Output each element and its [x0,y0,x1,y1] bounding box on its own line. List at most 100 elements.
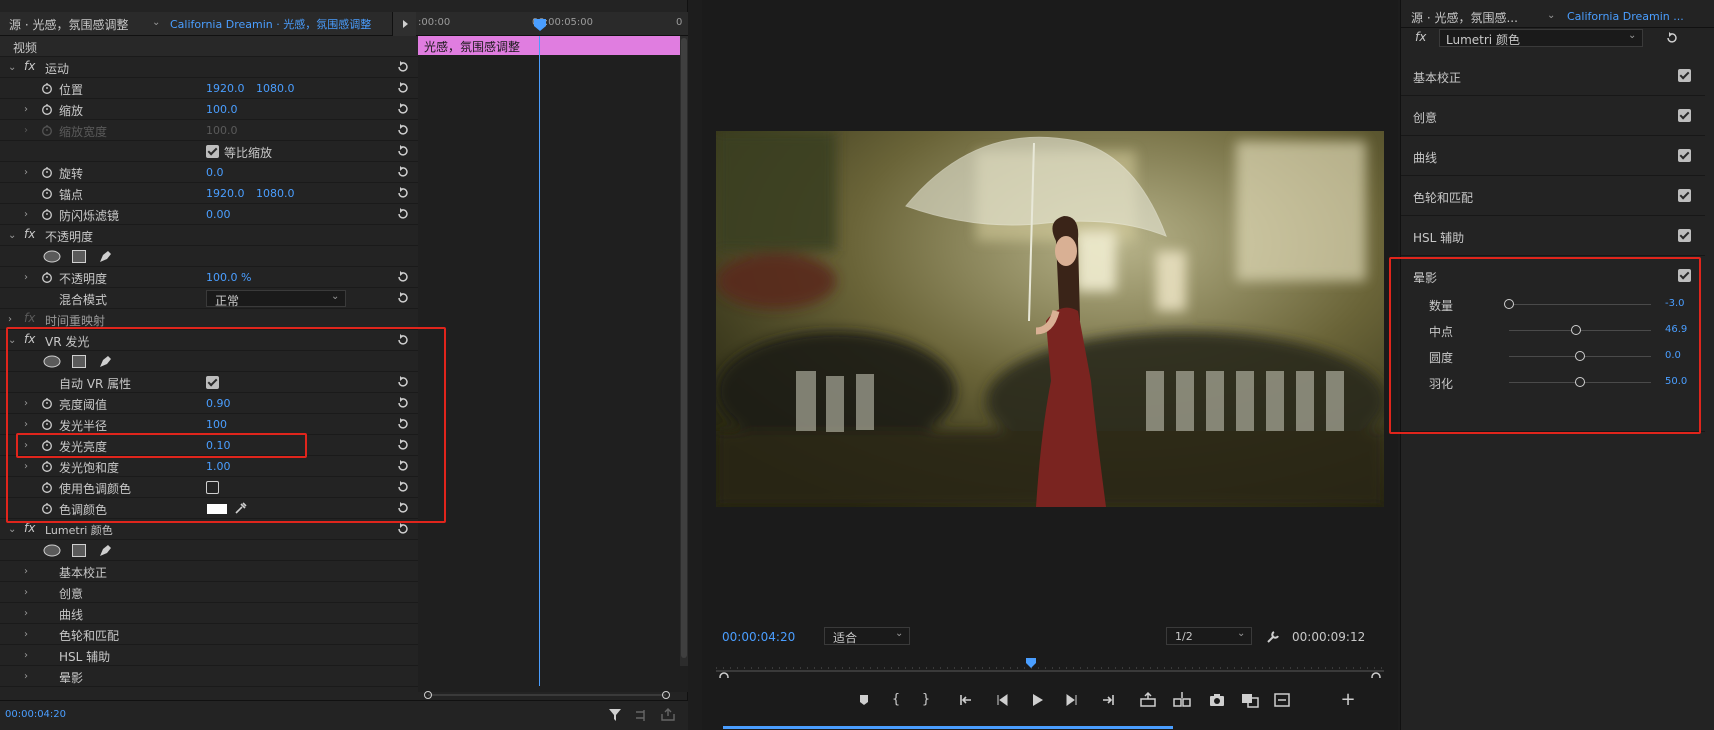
section-enable-checkbox[interactable] [1678,149,1691,162]
position-y-value[interactable]: 1080.0 [256,82,295,95]
play-audio-button[interactable] [392,12,416,36]
scale-row[interactable]: › 缩放 100.0 [0,99,418,120]
mark-in-button[interactable]: { [886,690,906,710]
reset-icon[interactable] [396,82,409,95]
reset-icon[interactable] [396,271,409,284]
stopwatch-icon[interactable] [41,187,53,199]
go-to-in-button[interactable] [957,690,977,710]
lumetri-clip-label[interactable]: California Dreamin ... [1567,10,1684,23]
blend-mode-row[interactable]: 混合模式 正常 ⌄ [0,288,418,309]
anchor-x-value[interactable]: 1920.0 [206,187,245,200]
fx-icon[interactable]: fx [24,227,35,241]
uniform-scale-checkbox[interactable] [206,145,219,158]
effect-timeline[interactable]: 光感，氛围感调整 [418,36,688,699]
rectangle-mask-icon[interactable] [72,544,86,557]
anchor-row[interactable]: 锚点 1920.0 1080.0 [0,183,418,204]
chevron-right-icon[interactable]: › [24,209,28,220]
uniform-scale-row[interactable]: 等比缩放 [0,141,418,162]
chevron-right-icon[interactable]: › [24,671,28,682]
rectangle-mask-icon[interactable] [72,250,86,263]
chevron-right-icon[interactable]: › [24,608,28,619]
lumetri-section-creative[interactable]: 创意 [1401,96,1705,136]
export-icon[interactable] [660,708,676,722]
section-enable-checkbox[interactable] [1678,109,1691,122]
chevron-right-icon[interactable]: › [24,650,28,661]
pen-mask-icon[interactable] [98,249,113,264]
chevron-down-icon[interactable]: ⌄ [8,62,16,73]
pen-mask-icon[interactable] [98,543,113,558]
mark-out-button[interactable]: } [916,690,936,710]
scale-value[interactable]: 100.0 [206,103,238,116]
anchor-y-value[interactable]: 1080.0 [256,187,295,200]
go-to-out-button[interactable] [1097,690,1117,710]
rotation-row[interactable]: › 旋转 0.0 [0,162,418,183]
opacity-value[interactable]: 100.0 % [206,271,251,284]
reset-icon[interactable] [396,145,409,158]
opacity-section-row[interactable]: ⌄ fx 不透明度 [0,225,418,246]
anti-flicker-value[interactable]: 0.00 [206,208,231,221]
program-playhead[interactable] [1025,657,1037,669]
chevron-right-icon[interactable]: › [24,167,28,178]
reset-icon[interactable] [396,61,409,74]
loop-audio-icon[interactable] [634,708,648,722]
lumetri-section-wheels[interactable]: 色轮和匹配 [1401,176,1705,216]
lift-button[interactable] [1138,690,1158,710]
chevron-down-icon[interactable]: ⌄ [8,230,16,241]
step-forward-button[interactable] [1062,690,1082,710]
reset-icon[interactable] [396,292,409,305]
fx-icon[interactable]: fx [1415,30,1426,44]
source-label[interactable]: 源 · 光感，氛围感调整 [9,16,128,33]
lumetri-effect-dropdown[interactable]: Lumetri 颜色 ⌄ [1439,29,1643,47]
reset-icon[interactable] [396,208,409,221]
fit-dropdown[interactable]: 适合 ⌄ [824,627,910,645]
lumetri-wheels-row[interactable]: › 色轮和匹配 [0,624,418,645]
fx-icon[interactable]: fx [24,521,35,535]
ellipse-mask-icon[interactable] [43,544,61,557]
compare-view-button[interactable] [1240,690,1260,710]
chevron-down-icon[interactable]: ⌄ [1547,10,1555,21]
program-time-ruler[interactable] [716,657,1384,678]
chevron-right-icon[interactable]: › [24,104,28,115]
resolution-dropdown[interactable]: 1/2 ⌄ [1166,627,1252,645]
playhead-marker[interactable] [533,18,547,32]
reset-icon[interactable] [396,166,409,179]
reset-icon[interactable] [396,103,409,116]
reset-icon[interactable] [396,124,409,137]
chevron-right-icon[interactable]: › [24,629,28,640]
stopwatch-icon[interactable] [41,271,53,283]
section-enable-checkbox[interactable] [1678,189,1691,202]
position-row[interactable]: 位置 1920.0 1080.0 [0,78,418,99]
chevron-right-icon[interactable]: › [24,566,28,577]
reset-icon[interactable] [396,187,409,200]
extract-button[interactable] [1172,690,1192,710]
motion-row[interactable]: ⌄ fx 运动 [0,57,418,78]
fx-icon[interactable]: fx [24,59,35,73]
toggle-proxy-button[interactable] [1272,690,1292,710]
chevron-right-icon[interactable]: › [24,272,28,283]
position-x-value[interactable]: 1920.0 [206,82,245,95]
filter-icon[interactable] [608,708,622,722]
lumetri-source-label[interactable]: 源 · 光感，氛围感... [1411,9,1518,26]
clip-bar[interactable]: 光感，氛围感调整 [418,36,680,55]
stopwatch-icon[interactable] [41,103,53,115]
lumetri-hsl-row[interactable]: › HSL 辅助 [0,645,418,666]
current-timecode[interactable]: 00:00:04:20 [5,709,66,720]
rotation-value[interactable]: 0.0 [206,166,224,179]
anti-flicker-row[interactable]: › 防闪烁滤镜 0.00 [0,204,418,225]
ellipse-mask-icon[interactable] [43,250,61,263]
export-frame-camera-icon[interactable] [1207,690,1227,710]
vertical-scrollbar[interactable] [680,36,688,666]
step-back-button[interactable] [992,690,1012,710]
chevron-down-icon[interactable]: ⌄ [152,17,160,28]
add-button-plus-icon[interactable]: + [1338,690,1358,710]
lumetri-section-basic[interactable]: 基本校正 [1401,56,1705,96]
play-button[interactable] [1027,690,1047,710]
lumetri-section-hsl[interactable]: HSL 辅助 [1401,216,1705,256]
stopwatch-icon[interactable] [41,208,53,220]
lumetri-curves-row[interactable]: › 曲线 [0,603,418,624]
opacity-row[interactable]: › 不透明度 100.0 % [0,267,418,288]
chevron-right-icon[interactable]: › [24,587,28,598]
clip-label[interactable]: California Dreamin · 光感，氛围感调整 [170,16,371,32]
section-enable-checkbox[interactable] [1678,229,1691,242]
chevron-down-icon[interactable]: ⌄ [8,524,16,535]
